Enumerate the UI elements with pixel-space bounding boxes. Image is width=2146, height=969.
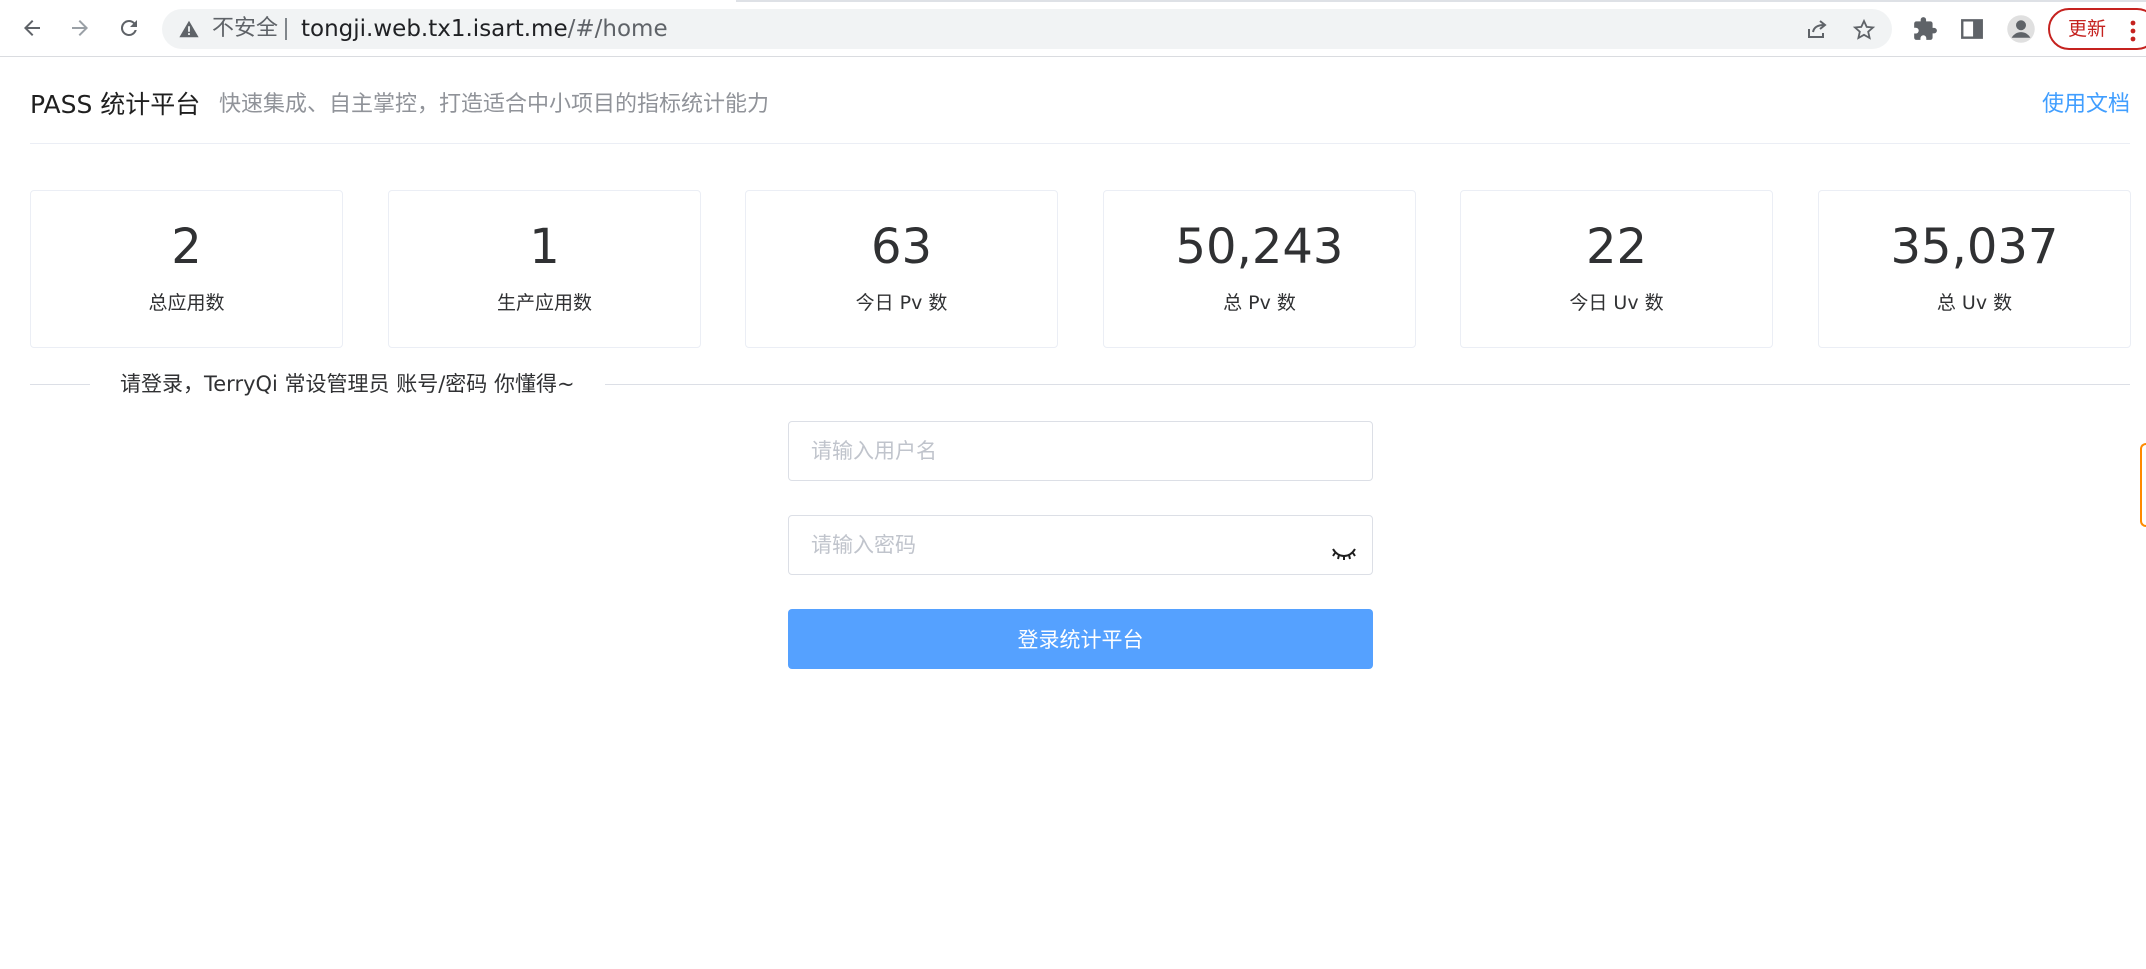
address-bar[interactable]: 不安全 tongji.web.tx1.isart.me/#/home — [162, 9, 1892, 49]
browser-toolbar: 不安全 tongji.web.tx1.isart.me/#/home 更新 — [0, 0, 2146, 57]
menu-dots-icon — [2130, 20, 2136, 42]
stat-label: 总 Uv 数 — [1936, 292, 2013, 314]
warning-icon — [179, 20, 199, 38]
docs-link[interactable]: 使用文档 — [2042, 92, 2130, 118]
back-icon — [24, 20, 40, 36]
username-input[interactable] — [789, 422, 1372, 480]
share-icon[interactable] — [1805, 18, 1829, 42]
side-panel-handle[interactable] — [2140, 443, 2146, 527]
stat-card-total-uv: 35,037 总 Uv 数 — [1818, 190, 2131, 348]
password-input[interactable] — [789, 516, 1372, 574]
stat-card-today-uv: 22 今日 Uv 数 — [1460, 190, 1773, 348]
login-button[interactable]: 登录统计平台 — [788, 609, 1373, 669]
update-label: 更新 — [2068, 18, 2107, 40]
stat-card-total-pv: 50,243 总 Pv 数 — [1103, 190, 1416, 348]
update-button[interactable]: 更新 — [2048, 8, 2146, 50]
stat-label: 总 Pv 数 — [1223, 292, 1296, 314]
forward-button[interactable] — [62, 10, 98, 46]
url-path: /#/home — [567, 16, 668, 42]
side-panel-icon[interactable] — [1959, 16, 1985, 42]
stat-label: 今日 Uv 数 — [1569, 292, 1664, 314]
reload-button[interactable] — [111, 10, 147, 46]
stat-value: 63 — [870, 219, 933, 275]
site-subtitle: 快速集成、自主掌控，打造适合中小项目的指标统计能力 — [219, 92, 770, 117]
stat-value: 50,243 — [1175, 219, 1344, 275]
username-field[interactable] — [788, 421, 1373, 481]
stat-card-production-apps: 1 生产应用数 — [388, 190, 701, 348]
page-header: PASS 统计平台 快速集成、自主掌控，打造适合中小项目的指标统计能力 使用文档 — [30, 58, 2130, 144]
omnibox-divider — [285, 18, 287, 40]
stat-label: 总应用数 — [148, 292, 225, 314]
forward-icon — [72, 20, 88, 36]
stat-card-total-apps: 2 总应用数 — [30, 190, 343, 348]
stat-value: 22 — [1585, 219, 1648, 275]
reload-icon — [120, 19, 137, 36]
profile-icon[interactable] — [2006, 14, 2036, 44]
stat-value: 35,037 — [1890, 219, 2059, 275]
stat-value: 1 — [529, 219, 560, 275]
password-field[interactable] — [788, 515, 1373, 575]
extensions-icon[interactable] — [1912, 16, 1938, 42]
star-icon[interactable] — [1852, 18, 1876, 42]
eye-closed-icon[interactable] — [1330, 546, 1358, 562]
stat-label: 今日 Pv 数 — [855, 292, 948, 314]
login-hint: 请登录，TerryQi 常设管理员 账号/密码 你懂得~ — [90, 370, 605, 398]
stat-label: 生产应用数 — [496, 292, 592, 314]
stat-card-today-pv: 63 今日 Pv 数 — [745, 190, 1058, 348]
stat-value: 2 — [171, 219, 202, 275]
url-host: tongji.web.tx1.isart.me — [301, 16, 568, 42]
site-title: PASS 统计平台 — [30, 90, 201, 119]
tab-strip-edge — [736, 0, 2146, 2]
back-button[interactable] — [14, 10, 50, 46]
url-text[interactable]: tongji.web.tx1.isart.me/#/home — [301, 16, 668, 42]
security-label[interactable]: 不安全 — [212, 17, 278, 41]
login-divider: 请登录，TerryQi 常设管理员 账号/密码 你懂得~ — [30, 370, 2130, 398]
